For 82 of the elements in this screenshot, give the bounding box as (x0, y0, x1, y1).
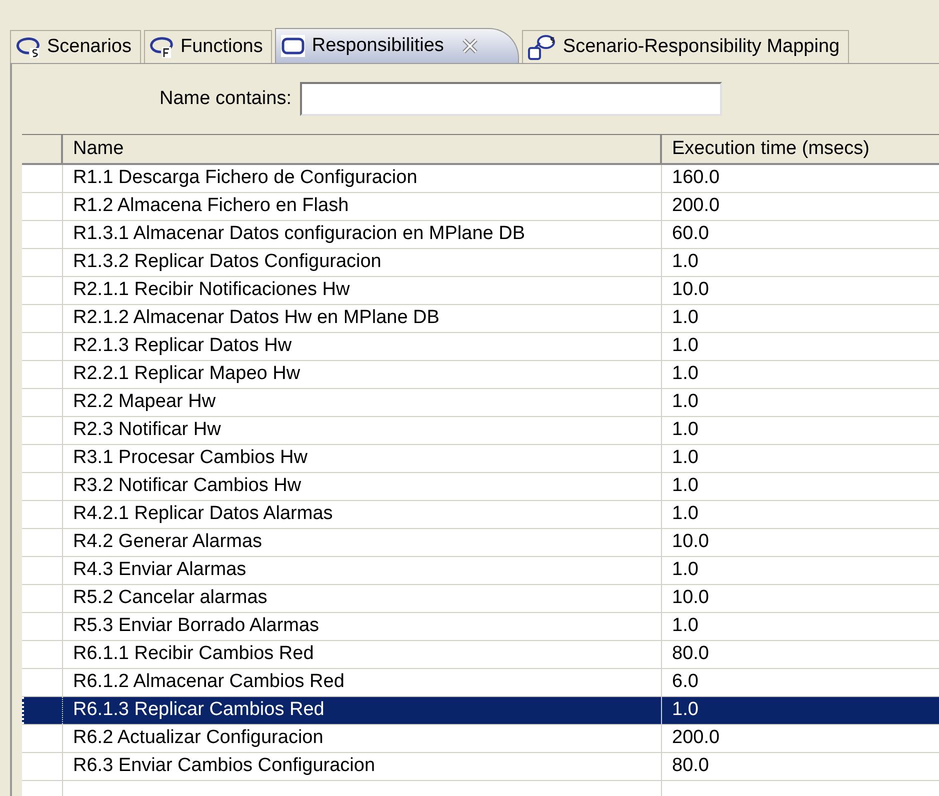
table-cell: R6.3 Enviar Cambios Configuracion (63, 753, 662, 780)
table-cell-text: 80.0 (671, 642, 710, 666)
tab[interactable]: Scenarios (10, 30, 140, 63)
table-row[interactable]: R2.2 Mapear Hw 1.0 (22, 389, 939, 417)
table-cell-text: 1.0 (671, 446, 700, 470)
table-cell-text: 6.0 (671, 670, 700, 694)
table-row[interactable]: R2.3 Notificar Hw 1.0 (22, 417, 939, 445)
loop-icon (15, 35, 41, 59)
table-cell: R5.3 Enviar Borrado Alarmas (63, 613, 662, 640)
table-cell-text: 10.0 (671, 278, 710, 302)
table-cell: R6.1.1 Recibir Cambios Red (63, 641, 662, 668)
table-row[interactable]: R5.2 Cancelar alarmas 10.0 (22, 585, 939, 613)
table-row[interactable]: R6.2 Actualizar Configuracion 200.0 (22, 725, 939, 753)
shapes-icon (526, 33, 557, 61)
table-cell-text: 160.0 (671, 166, 721, 190)
table-cell: R2.1.1 Recibir Notificaciones Hw (63, 277, 662, 304)
tab-label: Functions (180, 34, 263, 59)
table-cell: R4.2.1 Replicar Datos Alarmas (63, 501, 662, 528)
table-row[interactable]: R4.2.1 Replicar Datos Alarmas 1.0 (22, 501, 939, 529)
table-row[interactable]: R5.3 Enviar Borrado Alarmas 1.0 (22, 613, 939, 641)
tab[interactable]: Responsibilities (274, 28, 519, 63)
table-row[interactable]: R1.3.2 Replicar Datos Configuracion 1.0 (22, 249, 939, 277)
close-icon[interactable] (462, 38, 478, 54)
table-cell: R4.2 Generar Alarmas (63, 529, 662, 556)
table-row[interactable]: R2.2.1 Replicar Mapeo Hw 1.0 (22, 361, 939, 389)
tab[interactable]: Scenario-Responsibility Mapping (522, 30, 849, 63)
table-row[interactable]: R1.2 Almacena Fichero en Flash 200.0 (22, 193, 939, 221)
table-cell-text: 1.0 (671, 362, 700, 386)
rounded-rectangle-icon (280, 34, 306, 58)
table-cell: R4.3 Enviar Alarmas (63, 557, 662, 584)
loop-icon (148, 35, 174, 59)
column-header[interactable]: Execution time (msecs) (662, 135, 939, 163)
table-cell: R6.1.2 Almacenar Cambios Red (63, 669, 662, 696)
filter-label: Name contains: (159, 86, 292, 111)
table-cell: R1.1 Descarga Fichero de Configuracion (63, 165, 662, 192)
table-row[interactable]: R2.1.1 Recibir Notificaciones Hw 10.0 (22, 277, 939, 305)
table-cell-text: 1.0 (671, 390, 700, 414)
table-cell-text: 200.0 (671, 194, 721, 218)
table-row[interactable]: R1.1 Descarga Fichero de Configuracion 160.0 (22, 165, 939, 193)
table-cell-text: 1.0 (671, 474, 700, 498)
table-row[interactable]: R6.1.3 Replicar Cambios Red 1.0 (22, 697, 939, 725)
table-cell: R2.2 Mapear Hw (63, 389, 662, 416)
table-row[interactable]: R1.3.1 Almacenar Datos configuracion en MPlane DB 60.0 (22, 221, 939, 249)
table-cell: R3.2 Notificar Cambios Hw (63, 473, 662, 500)
table-cell: R3.1 Procesar Cambios Hw (63, 445, 662, 472)
table-cell-text: 1.0 (671, 250, 700, 274)
table-cell-text: 1.0 (671, 418, 700, 442)
table-cell: R2.1.3 Replicar Datos Hw (63, 333, 662, 360)
table-cell: R5.2 Cancelar alarmas (63, 585, 662, 612)
table-cell: R6.1.3 Replicar Cambios Red (63, 697, 662, 724)
table-cell-text: 10.0 (671, 586, 710, 610)
name-filter-field[interactable] (300, 82, 722, 116)
column-header[interactable]: Name (63, 135, 662, 163)
table-row[interactable]: R6.1.1 Recibir Cambios Red 80.0 (22, 641, 939, 669)
table-row[interactable]: R4.2 Generar Alarmas 10.0 (22, 529, 939, 557)
table-row[interactable]: R2.1.3 Replicar Datos Hw 1.0 (22, 333, 939, 361)
tab-label: Responsibilities (312, 34, 444, 58)
table-row[interactable]: R6.3 Enviar Cambios Configuracion 80.0 (22, 753, 939, 781)
table-cell-text: 1.0 (671, 334, 700, 358)
table-row[interactable]: R4.3 Enviar Alarmas 1.0 (22, 557, 939, 585)
tab-label: Scenario-Responsibility Mapping (562, 34, 840, 59)
table-row[interactable]: R2.1.2 Almacenar Datos Hw en MPlane DB 1.0 (22, 305, 939, 333)
table-cell-text: 1.0 (671, 698, 700, 722)
table-cell: R1.2 Almacena Fichero en Flash (63, 193, 662, 220)
table-cell-text: 200.0 (671, 726, 721, 750)
table-cell-text: 60.0 (671, 222, 710, 246)
table-cell: R6.2 Actualizar Configuracion (63, 725, 662, 752)
table-cell-text: 1.0 (671, 306, 700, 330)
table-cell-text: 10.0 (671, 530, 710, 554)
table-cell-text: 1.0 (671, 558, 700, 582)
table-cell-text: 80.0 (671, 754, 710, 778)
table-row[interactable]: R3.2 Notificar Cambios Hw 1.0 (22, 473, 939, 501)
table-cell-text: 1.0 (671, 614, 700, 638)
table-cell: R2.2.1 Replicar Mapeo Hw (63, 361, 662, 388)
table-cell: R1.3.2 Replicar Datos Configuracion (63, 249, 662, 276)
tab-label: Scenarios (47, 34, 132, 59)
table-cell: R2.1.2 Almacenar Datos Hw en MPlane DB (63, 305, 662, 332)
table-row[interactable]: R3.1 Procesar Cambios Hw 1.0 (22, 445, 939, 473)
table-cell: R1.3.1 Almacenar Datos configuracion en MPlane DB (63, 221, 662, 248)
table-cell-text: 1.0 (671, 502, 700, 526)
tab[interactable]: Functions (144, 30, 272, 63)
table-cell: R2.3 Notificar Hw (63, 417, 662, 444)
